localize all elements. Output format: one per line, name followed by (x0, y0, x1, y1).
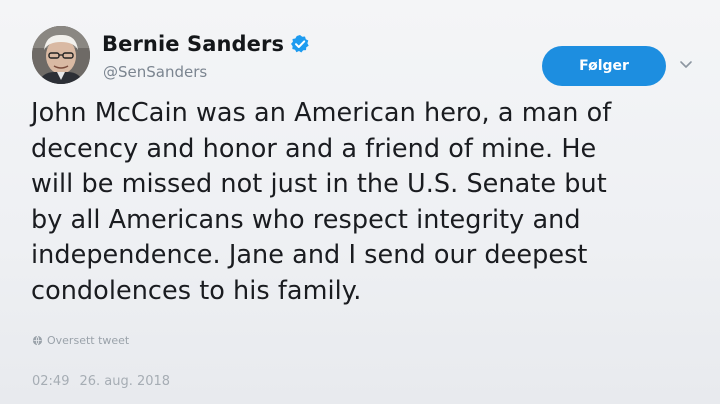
tweet-date: 26. aug. 2018 (79, 374, 171, 389)
tweet-text-line: decency and honor and a friend of mine. … (31, 133, 597, 164)
tweet-text-line: by all Americans who respect integrity a… (31, 204, 581, 235)
avatar[interactable] (32, 26, 90, 84)
tweet-text-line: will be missed not just in the U.S. Sena… (31, 169, 607, 199)
following-button[interactable]: Følger (542, 46, 666, 86)
timestamp[interactable]: 02:49 26. aug. 2018 (32, 374, 170, 389)
tweet-text: John McCain was an American hero, a man … (31, 96, 701, 309)
tweet-text-line: John McCain was an American hero, a man … (31, 98, 612, 128)
display-name[interactable]: Bernie Sanders (102, 32, 284, 56)
globe-icon (32, 335, 43, 346)
tweet-card: Bernie Sanders @SenSanders Følger John M… (0, 0, 720, 404)
verified-badge-icon (290, 34, 310, 54)
tweet-time: 02:49 (32, 374, 70, 389)
chevron-down-icon[interactable] (678, 56, 694, 72)
name-row: Bernie Sanders (102, 32, 310, 56)
translate-label: Oversett tweet (47, 334, 130, 347)
user-handle[interactable]: @SenSanders (103, 63, 207, 81)
tweet-text-line: condolences to his family. (31, 275, 362, 306)
translate-tweet-link[interactable]: Oversett tweet (32, 334, 129, 347)
tweet-text-line: independence. Jane and I send our deepes… (31, 240, 588, 270)
